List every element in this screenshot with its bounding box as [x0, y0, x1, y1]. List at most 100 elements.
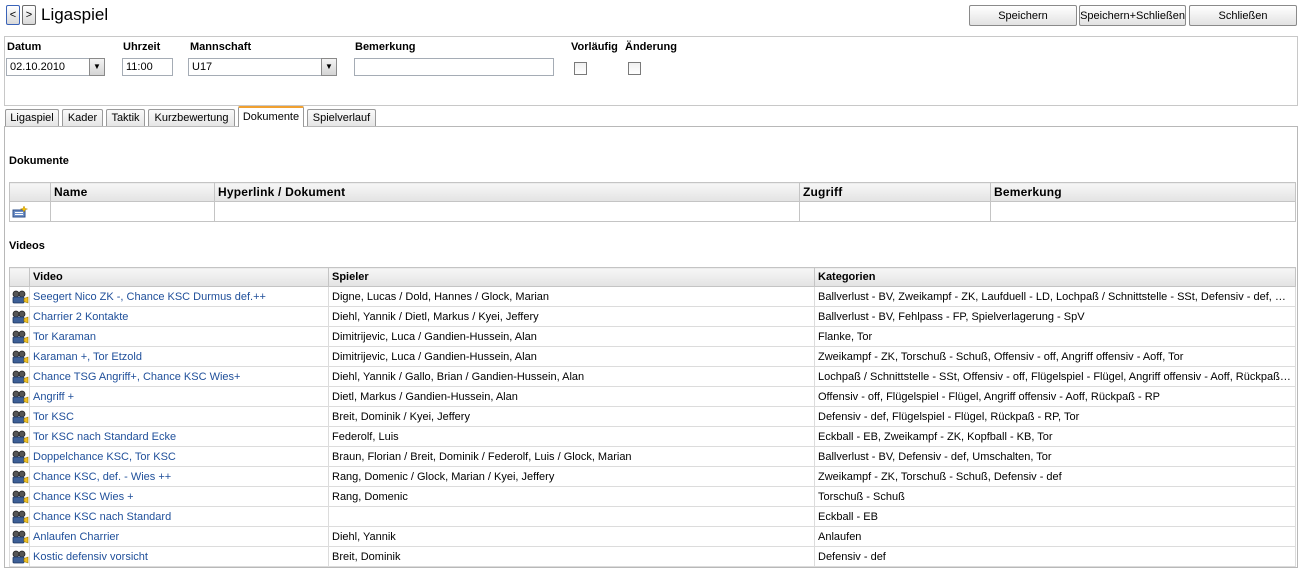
video-kategorien-cell: Zweikampf - ZK, Torschuß - Schuß, Defens… — [814, 466, 1296, 487]
aenderung-checkbox[interactable] — [628, 62, 641, 75]
video-link[interactable]: Chance KSC nach Standard — [29, 506, 329, 527]
new-doc-bemerkung-cell[interactable] — [990, 201, 1296, 222]
video-link[interactable]: Seegert Nico ZK -, Chance KSC Durmus def… — [29, 286, 329, 307]
video-camera-icon[interactable] — [11, 350, 29, 364]
column-header-spieler[interactable]: Spieler — [328, 267, 815, 287]
next-record-button[interactable]: > — [22, 5, 36, 25]
video-spieler-cell: Digne, Lucas / Dold, Hannes / Glock, Mar… — [328, 286, 815, 307]
column-header-hyperlink[interactable]: Hyperlink / Dokument — [214, 182, 800, 202]
video-spieler-cell: Rang, Domenic / Glock, Marian / Kyei, Je… — [328, 466, 815, 487]
video-icon-cell[interactable] — [9, 546, 30, 567]
video-link[interactable]: Angriff + — [29, 386, 329, 407]
table-row[interactable]: Tor KSC Breit, Dominik / Kyei, Jeffery D… — [9, 406, 1296, 427]
video-camera-icon[interactable] — [11, 310, 29, 324]
tab-taktik[interactable]: Taktik — [106, 109, 145, 127]
vorlaeufig-checkbox[interactable] — [574, 62, 587, 75]
documents-new-row[interactable] — [9, 201, 1296, 222]
video-camera-icon[interactable] — [11, 330, 29, 344]
table-row[interactable]: Charrier 2 Kontakte Diehl, Yannik / Diet… — [9, 306, 1296, 327]
uhrzeit-input[interactable]: 11:00 — [122, 58, 173, 76]
video-spieler-cell: Dietl, Markus / Gandien-Hussein, Alan — [328, 386, 815, 407]
column-header-kategorien[interactable]: Kategorien — [814, 267, 1296, 287]
video-camera-icon[interactable] — [11, 450, 29, 464]
video-camera-icon[interactable] — [11, 390, 29, 404]
video-spieler-cell: Dimitrijevic, Luca / Gandien-Hussein, Al… — [328, 346, 815, 367]
video-link[interactable]: Tor Karaman — [29, 326, 329, 347]
video-camera-icon[interactable] — [11, 370, 29, 384]
video-link[interactable]: Anlaufen Charrier — [29, 526, 329, 547]
datum-dropdown-button[interactable]: ▼ — [89, 58, 105, 76]
video-icon-cell[interactable] — [9, 486, 30, 507]
video-camera-icon[interactable] — [11, 510, 29, 524]
add-document-cell[interactable] — [9, 201, 51, 222]
video-icon-cell[interactable] — [9, 466, 30, 487]
video-link[interactable]: Chance TSG Angriff+, Chance KSC Wies+ — [29, 366, 329, 387]
video-kategorien-cell: Lochpaß / Schnittstelle - SSt, Offensiv … — [814, 366, 1296, 387]
video-spieler-cell: Diehl, Yannik — [328, 526, 815, 547]
mannschaft-dropdown-button[interactable]: ▼ — [321, 58, 337, 76]
video-link[interactable]: Karaman +, Tor Etzold — [29, 346, 329, 367]
new-doc-name-cell[interactable] — [50, 201, 215, 222]
close-button[interactable]: Schließen — [1189, 5, 1297, 26]
video-icon-cell[interactable] — [9, 506, 30, 527]
column-header-name[interactable]: Name — [50, 182, 215, 202]
video-kategorien-cell: Ballverlust - BV, Zweikampf - ZK, Laufdu… — [814, 286, 1296, 307]
video-icon-cell[interactable] — [9, 406, 30, 427]
mannschaft-select[interactable]: U17 — [188, 58, 323, 76]
video-link[interactable]: Tor KSC nach Standard Ecke — [29, 426, 329, 447]
table-row[interactable]: Chance KSC Wies + Rang, Domenic Torschuß… — [9, 486, 1296, 507]
video-camera-icon[interactable] — [11, 550, 29, 564]
table-row[interactable]: Chance KSC nach Standard Eckball - EB — [9, 506, 1296, 527]
column-header-zugriff[interactable]: Zugriff — [799, 182, 991, 202]
table-row[interactable]: Tor Karaman Dimitrijevic, Luca / Gandien… — [9, 326, 1296, 347]
video-link[interactable]: Doppelchance KSC, Tor KSC — [29, 446, 329, 467]
save-button[interactable]: Speichern — [969, 5, 1077, 26]
video-icon-cell[interactable] — [9, 366, 30, 387]
table-row[interactable]: Karaman +, Tor Etzold Dimitrijevic, Luca… — [9, 346, 1296, 367]
video-icon-cell[interactable] — [9, 386, 30, 407]
table-row[interactable]: Tor KSC nach Standard Ecke Federolf, Lui… — [9, 426, 1296, 447]
column-header-video[interactable]: Video — [29, 267, 329, 287]
uhrzeit-label: Uhrzeit — [123, 41, 161, 53]
video-camera-icon[interactable] — [11, 490, 29, 504]
tab-spielverlauf[interactable]: Spielverlauf — [307, 109, 376, 127]
table-row[interactable]: Seegert Nico ZK -, Chance KSC Durmus def… — [9, 286, 1296, 307]
video-camera-icon[interactable] — [11, 410, 29, 424]
video-spieler-cell: Federolf, Luis — [328, 426, 815, 447]
column-header-bemerkung[interactable]: Bemerkung — [990, 182, 1296, 202]
video-icon-cell[interactable] — [9, 526, 30, 547]
tab-kader[interactable]: Kader — [62, 109, 103, 127]
previous-record-button[interactable]: < — [6, 5, 20, 25]
tab-kurzbewertung[interactable]: Kurzbewertung — [148, 109, 235, 127]
bemerkung-input[interactable] — [354, 58, 554, 76]
table-row[interactable]: Angriff + Dietl, Markus / Gandien-Hussei… — [9, 386, 1296, 407]
video-icon-cell[interactable] — [9, 306, 30, 327]
table-row[interactable]: Chance TSG Angriff+, Chance KSC Wies+ Di… — [9, 366, 1296, 387]
video-link[interactable]: Tor KSC — [29, 406, 329, 427]
video-camera-icon[interactable] — [11, 470, 29, 484]
documents-header-row: Name Hyperlink / Dokument Zugriff Bemerk… — [9, 182, 1296, 202]
table-row[interactable]: Chance KSC, def. - Wies ++ Rang, Domenic… — [9, 466, 1296, 487]
video-icon-cell[interactable] — [9, 426, 30, 447]
video-camera-icon[interactable] — [11, 430, 29, 444]
table-row[interactable]: Anlaufen Charrier Diehl, Yannik Anlaufen — [9, 526, 1296, 547]
video-link[interactable]: Chance KSC Wies + — [29, 486, 329, 507]
video-icon-cell[interactable] — [9, 446, 30, 467]
save-close-button[interactable]: Speichern+Schließen — [1079, 5, 1186, 26]
video-link[interactable]: Charrier 2 Kontakte — [29, 306, 329, 327]
video-camera-icon[interactable] — [11, 530, 29, 544]
table-row[interactable]: Doppelchance KSC, Tor KSC Braun, Florian… — [9, 446, 1296, 467]
video-icon-cell[interactable] — [9, 326, 30, 347]
new-doc-zugriff-cell[interactable] — [799, 201, 991, 222]
video-link[interactable]: Chance KSC, def. - Wies ++ — [29, 466, 329, 487]
new-doc-hyperlink-cell[interactable] — [214, 201, 800, 222]
video-link[interactable]: Kostic defensiv vorsicht — [29, 546, 329, 567]
video-icon-cell[interactable] — [9, 286, 30, 307]
video-icon-cell[interactable] — [9, 346, 30, 367]
tab-ligaspiel[interactable]: Ligaspiel — [5, 109, 59, 127]
video-camera-icon[interactable] — [11, 290, 29, 304]
table-row[interactable]: Kostic defensiv vorsicht Breit, Dominik … — [9, 546, 1296, 567]
tab-dokumente[interactable]: Dokumente — [238, 106, 304, 127]
datum-input[interactable]: 02.10.2010 — [6, 58, 91, 76]
add-row-icon[interactable] — [12, 204, 28, 219]
